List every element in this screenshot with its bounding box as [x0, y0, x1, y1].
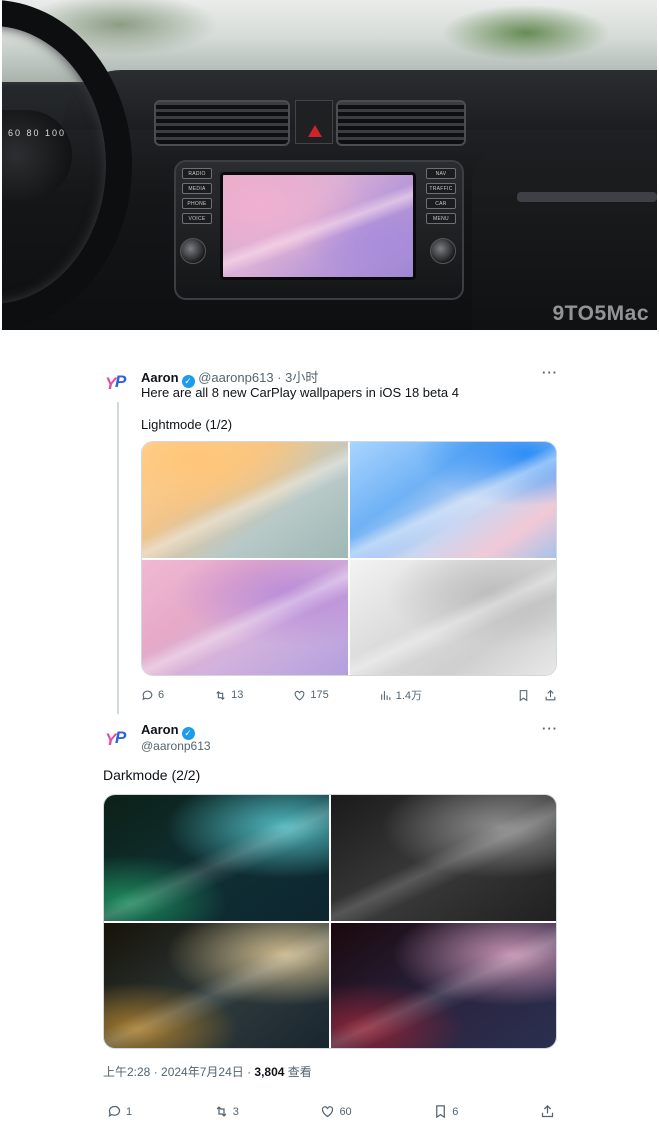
share-icon	[540, 1104, 555, 1119]
retweet-icon	[214, 689, 227, 702]
air-vent-right	[336, 100, 466, 146]
tweet-meta: 上午2:28 · 2024年7月24日 · 3,804 查看	[103, 1063, 312, 1080]
bookmark-button[interactable]: 6	[433, 1104, 458, 1119]
retweet-count: 13	[231, 689, 244, 701]
wallpaper-image[interactable]	[104, 922, 329, 1048]
wallpaper-image[interactable]	[142, 442, 348, 558]
views-label: 查看	[284, 1065, 312, 1079]
wallpaper-image[interactable]	[350, 442, 556, 558]
reply-icon	[107, 1104, 122, 1119]
reply-button[interactable]: 1	[107, 1104, 132, 1119]
tweet-timestamp[interactable]: 上午2:28 · 2024年7月24日 ·	[103, 1065, 254, 1079]
watermark: 9TO5Mac	[552, 302, 649, 325]
carplay-photo: 60 80 100 RADIO MEDIA PHONE VOICE NAV TR…	[2, 0, 657, 330]
lightmode-image-grid	[141, 441, 557, 676]
wallpaper-image[interactable]	[350, 559, 556, 675]
avatar-letter: P	[115, 372, 127, 391]
tune-knob	[430, 238, 456, 264]
carplay-screen-wallpaper	[220, 172, 416, 280]
bookmark-count: 6	[452, 1105, 459, 1118]
heart-icon	[293, 689, 306, 702]
radio-button: RADIO	[182, 168, 212, 179]
reply-count: 6	[158, 689, 165, 701]
retweet-button[interactable]: 3	[214, 1104, 239, 1119]
author-handle-time[interactable]: @aaronp613 · 3小时	[198, 370, 318, 385]
wallpaper-image[interactable]	[331, 795, 556, 921]
retweet-count: 3	[232, 1105, 239, 1118]
tweet-actions-right	[517, 689, 557, 702]
air-vent-left	[154, 100, 290, 146]
retweet-button[interactable]: 13	[214, 689, 243, 702]
voice-button: VOICE	[182, 213, 212, 224]
wallpaper-image[interactable]	[142, 559, 348, 675]
menu-button: MENU	[426, 213, 456, 224]
darkmode-image-grid	[103, 794, 557, 1049]
tweet-text: Darkmode (2/2)	[103, 767, 201, 783]
tweet-actions: 1 3 60 6	[107, 1104, 555, 1119]
reply-count: 1	[126, 1105, 133, 1118]
analytics-icon	[379, 689, 392, 702]
more-options-button[interactable]: ···	[542, 365, 558, 380]
author-handle[interactable]: @aaronp613	[141, 739, 211, 753]
bookmark-icon[interactable]	[517, 689, 530, 702]
tweet-header: Aaron ✓	[141, 722, 195, 740]
dashboard-trim	[517, 192, 657, 202]
reply-button[interactable]: 6	[141, 689, 164, 702]
share-icon[interactable]	[544, 689, 557, 702]
view-count: 1.4万	[395, 690, 423, 702]
tweet-text: Here are all 8 new CarPlay wallpapers in…	[141, 385, 459, 400]
views-button[interactable]: 1.4万	[379, 687, 422, 703]
volume-knob	[180, 238, 206, 264]
wallpaper-image[interactable]	[104, 795, 329, 921]
head-unit-buttons-right: NAV TRAFFIC CAR MENU	[426, 168, 456, 224]
view-count: 3,804	[254, 1065, 285, 1079]
more-options-button[interactable]: ···	[542, 721, 558, 736]
media-button: MEDIA	[182, 183, 212, 194]
nav-button: NAV	[426, 168, 456, 179]
avatar[interactable]: Y P	[103, 368, 135, 400]
like-button[interactable]: 175	[293, 689, 329, 702]
share-button[interactable]	[540, 1104, 555, 1119]
like-count: 175	[310, 689, 329, 701]
avatar[interactable]: Y P	[103, 724, 135, 756]
bookmark-icon	[433, 1104, 448, 1119]
author-name[interactable]: Aaron	[141, 370, 179, 385]
reply-icon	[141, 689, 154, 702]
retweet-icon	[214, 1104, 229, 1119]
head-unit-buttons-left: RADIO MEDIA PHONE VOICE	[182, 168, 212, 224]
hazard-icon	[308, 125, 322, 137]
traffic-button: TRAFFIC	[426, 183, 456, 194]
phone-button: PHONE	[182, 198, 212, 209]
thread-line	[117, 402, 119, 714]
tweet-subtitle: Lightmode (1/2)	[141, 417, 233, 432]
heart-icon	[320, 1104, 335, 1119]
author-name[interactable]: Aaron	[141, 722, 179, 737]
hazard-button	[295, 100, 333, 144]
avatar-letter: P	[115, 728, 127, 747]
wallpaper-image[interactable]	[331, 922, 556, 1048]
like-button[interactable]: 60	[320, 1104, 352, 1119]
like-count: 60	[339, 1105, 352, 1118]
tweet-actions: 6 13 175 1.4万	[141, 687, 557, 703]
car-button: CAR	[426, 198, 456, 209]
